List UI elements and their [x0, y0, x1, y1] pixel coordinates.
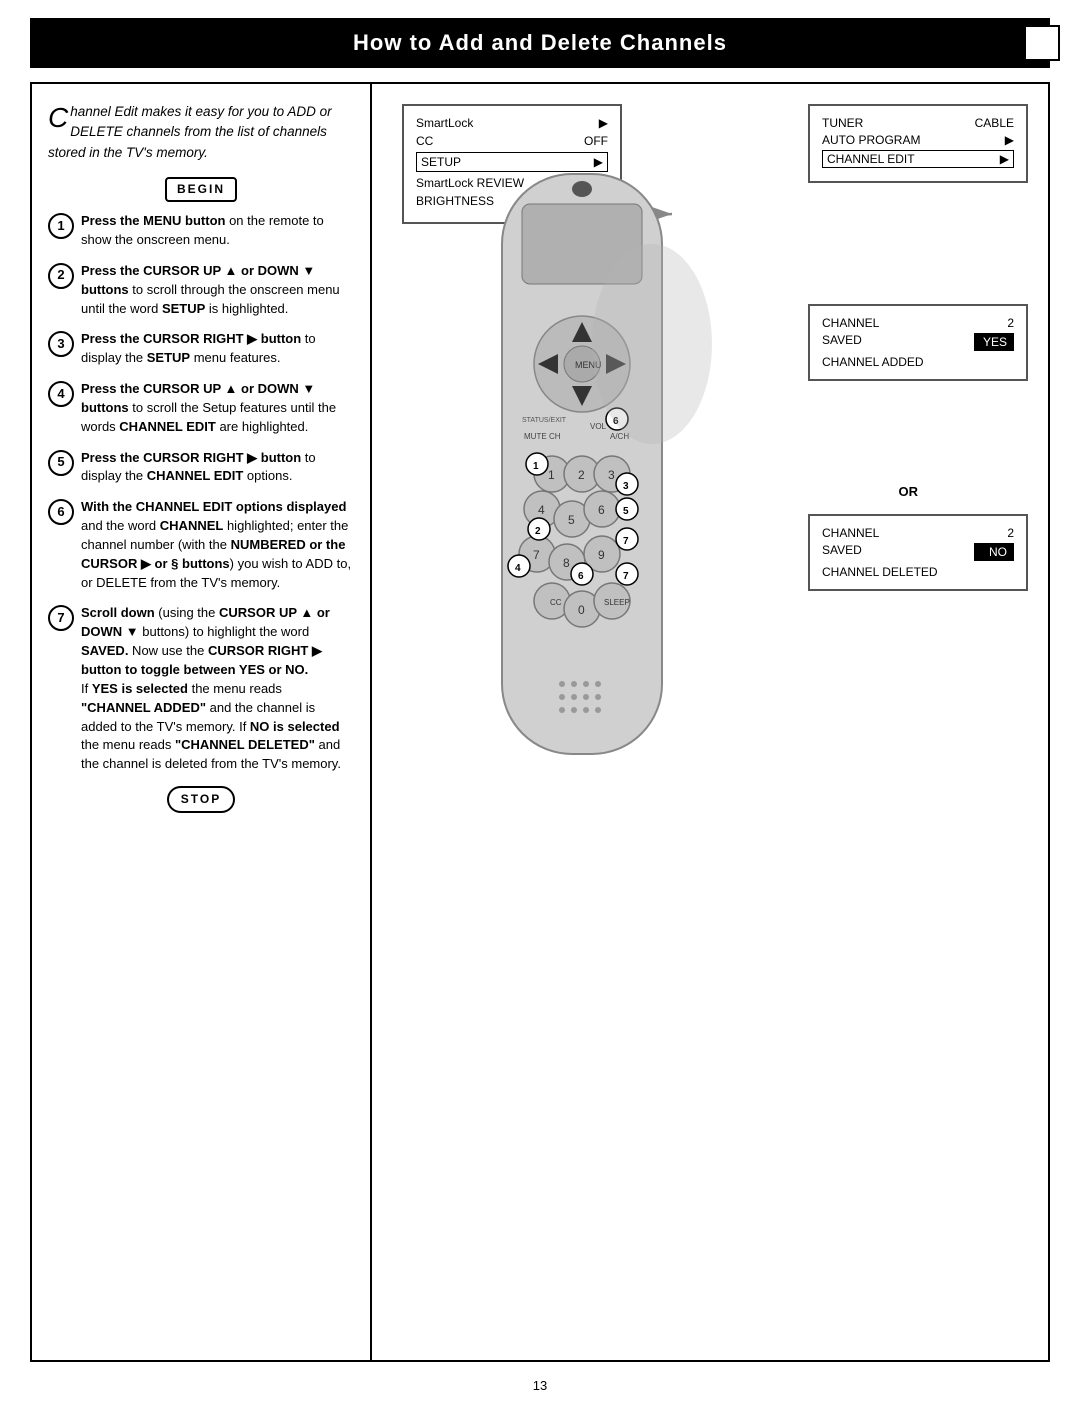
- channel-edit-label: CHANNEL EDIT: [827, 152, 915, 166]
- svg-text:CC: CC: [550, 598, 562, 607]
- step-6-text: With the CHANNEL EDIT options displayed …: [81, 498, 354, 592]
- step-6: 6 With the CHANNEL EDIT options displaye…: [48, 498, 354, 592]
- added-saved-row: SAVED YES: [822, 333, 1014, 351]
- right-panel: SmartLock ▶ CC OFF SETUP ▶ SmartLock REV…: [372, 84, 1048, 1360]
- deleted-channel-value: 2: [1007, 526, 1014, 540]
- step-3-text: Press the CURSOR RIGHT ▶ button to displ…: [81, 330, 354, 368]
- svg-text:7: 7: [623, 571, 629, 582]
- svg-text:6: 6: [578, 571, 584, 582]
- step-1-num: 1: [48, 213, 74, 239]
- or-label: OR: [899, 484, 919, 499]
- step-5-text: Press the CURSOR RIGHT ▶ button to displ…: [81, 449, 354, 487]
- intro-content: hannel Edit makes it easy for you to ADD…: [48, 104, 332, 160]
- step-1-text: Press the MENU button on the remote to s…: [81, 212, 354, 250]
- svg-text:SLEEP: SLEEP: [604, 598, 630, 607]
- added-result-label: CHANNEL ADDED: [822, 355, 1014, 369]
- svg-text:6: 6: [598, 503, 605, 517]
- remote-control: MENU 1 2 3 4 5 6 7: [442, 164, 762, 787]
- auto-program-arrow: ▶: [1005, 133, 1014, 147]
- svg-text:VOL: VOL: [590, 422, 607, 431]
- added-channel-row: CHANNEL 2: [822, 316, 1014, 330]
- begin-badge: BEGIN: [165, 177, 237, 202]
- tuner-label: TUNER: [822, 116, 863, 130]
- stop-label: STOP: [48, 786, 354, 813]
- step-4: 4 Press the CURSOR UP ▲ or DOWN ▼ button…: [48, 380, 354, 437]
- step-5: 5 Press the CURSOR RIGHT ▶ button to dis…: [48, 449, 354, 487]
- deleted-panel: CHANNEL 2 SAVED NO CHANNEL DELETED: [808, 514, 1028, 591]
- svg-text:4: 4: [515, 563, 521, 574]
- page-header: How to Add and Delete Channels: [30, 18, 1050, 68]
- tv-smartlock-arrow: ▶: [599, 116, 608, 130]
- step-1: 1 Press the MENU button on the remote to…: [48, 212, 354, 250]
- page-number: 13: [0, 1372, 1080, 1399]
- svg-text:1: 1: [548, 468, 555, 482]
- channel-edit-row: CHANNEL EDIT ▶: [822, 150, 1014, 168]
- channel-edit-panel: TUNER CABLE AUTO PROGRAM ▶ CHANNEL EDIT …: [808, 104, 1028, 183]
- tv-cc-value: OFF: [584, 134, 608, 148]
- deleted-result-label: CHANNEL DELETED: [822, 565, 1014, 579]
- remote-svg: MENU 1 2 3 4 5 6 7: [442, 164, 722, 784]
- svg-text:1: 1: [533, 461, 539, 472]
- svg-text:5: 5: [568, 513, 575, 527]
- main-content: C hannel Edit makes it easy for you to A…: [30, 82, 1050, 1362]
- page-title: How to Add and Delete Channels: [353, 30, 727, 55]
- step-7: 7 Scroll down (using the CURSOR UP ▲ or …: [48, 604, 354, 774]
- page-wrapper: How to Add and Delete Channels C hannel …: [0, 18, 1080, 1399]
- svg-text:3: 3: [608, 468, 615, 482]
- begin-label: BEGIN: [48, 177, 354, 202]
- tuner-cable-row: TUNER CABLE: [822, 116, 1014, 130]
- step-2: 2 Press the CURSOR UP ▲ or DOWN ▼ button…: [48, 262, 354, 319]
- added-channel-value: 2: [1007, 316, 1014, 330]
- svg-text:MUTE: MUTE: [524, 432, 547, 441]
- deleted-saved-row: SAVED NO: [822, 543, 1014, 561]
- header-box: [1024, 25, 1060, 61]
- step-5-num: 5: [48, 450, 74, 476]
- svg-text:2: 2: [578, 468, 585, 482]
- svg-text:9: 9: [598, 548, 605, 562]
- svg-text:7: 7: [623, 536, 629, 547]
- svg-text:5: 5: [623, 506, 629, 517]
- auto-program-row: AUTO PROGRAM ▶: [822, 133, 1014, 147]
- step-6-num: 6: [48, 499, 74, 525]
- added-saved-label: SAVED: [822, 333, 862, 351]
- intro-text: C hannel Edit makes it easy for you to A…: [48, 102, 354, 163]
- tv-smartlock-row: SmartLock ▶: [416, 116, 608, 130]
- svg-text:7: 7: [533, 548, 540, 562]
- deleted-channel-row: CHANNEL 2: [822, 526, 1014, 540]
- step-2-num: 2: [48, 263, 74, 289]
- stop-badge: STOP: [167, 786, 235, 813]
- step-3: 3 Press the CURSOR RIGHT ▶ button to dis…: [48, 330, 354, 368]
- cable-label: CABLE: [975, 116, 1014, 130]
- svg-text:4: 4: [538, 503, 545, 517]
- left-panel: C hannel Edit makes it easy for you to A…: [32, 84, 372, 1360]
- step-7-text: Scroll down (using the CURSOR UP ▲ or DO…: [81, 604, 354, 774]
- step-2-text: Press the CURSOR UP ▲ or DOWN ▼ buttons …: [81, 262, 354, 319]
- added-channel-label: CHANNEL: [822, 316, 879, 330]
- svg-text:3: 3: [623, 481, 629, 492]
- tv-smartlock-label: SmartLock: [416, 116, 473, 130]
- svg-text:CH: CH: [549, 432, 561, 441]
- step-4-text: Press the CURSOR UP ▲ or DOWN ▼ buttons …: [81, 380, 354, 437]
- step-7-num: 7: [48, 605, 74, 631]
- svg-text:STATUS/EXIT: STATUS/EXIT: [522, 417, 567, 424]
- svg-text:0: 0: [578, 603, 585, 617]
- step-4-num: 4: [48, 381, 74, 407]
- channel-edit-arrow: ▶: [1000, 152, 1009, 166]
- added-saved-value: YES: [974, 333, 1014, 351]
- deleted-saved-value: NO: [974, 543, 1014, 561]
- deleted-channel-label: CHANNEL: [822, 526, 879, 540]
- svg-text:2: 2: [535, 526, 541, 537]
- tv-cc-label: CC: [416, 134, 433, 148]
- auto-program-label: AUTO PROGRAM: [822, 133, 920, 147]
- svg-text:8: 8: [563, 556, 570, 570]
- drop-cap: C: [48, 104, 68, 132]
- tv-cc-row: CC OFF: [416, 134, 608, 148]
- added-panel: CHANNEL 2 SAVED YES CHANNEL ADDED: [808, 304, 1028, 381]
- deleted-saved-label: SAVED: [822, 543, 862, 561]
- step-3-num: 3: [48, 331, 74, 357]
